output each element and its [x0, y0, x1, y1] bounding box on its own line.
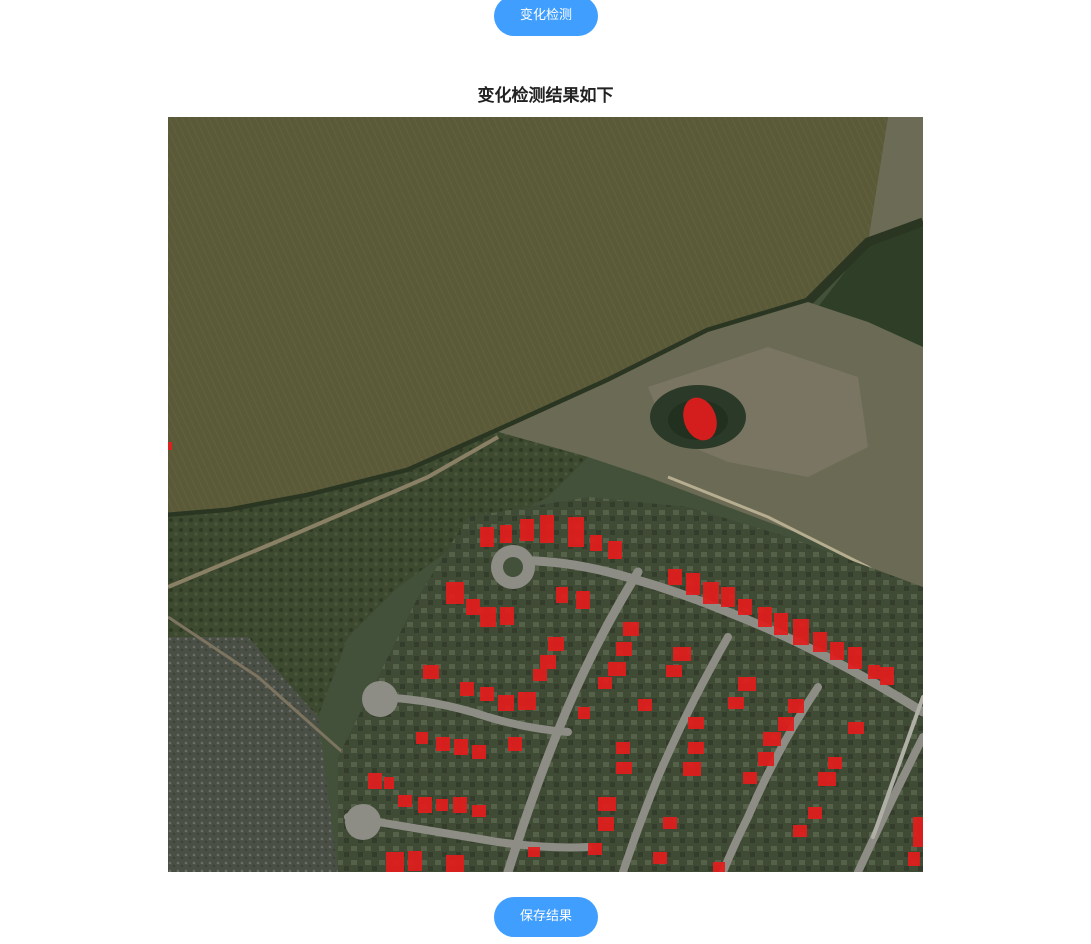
change-detection-button[interactable]: 变化检测	[494, 0, 598, 36]
result-title: 变化检测结果如下	[477, 86, 614, 106]
change-detection-result-image	[168, 117, 923, 872]
save-result-button[interactable]: 保存结果	[494, 897, 598, 937]
